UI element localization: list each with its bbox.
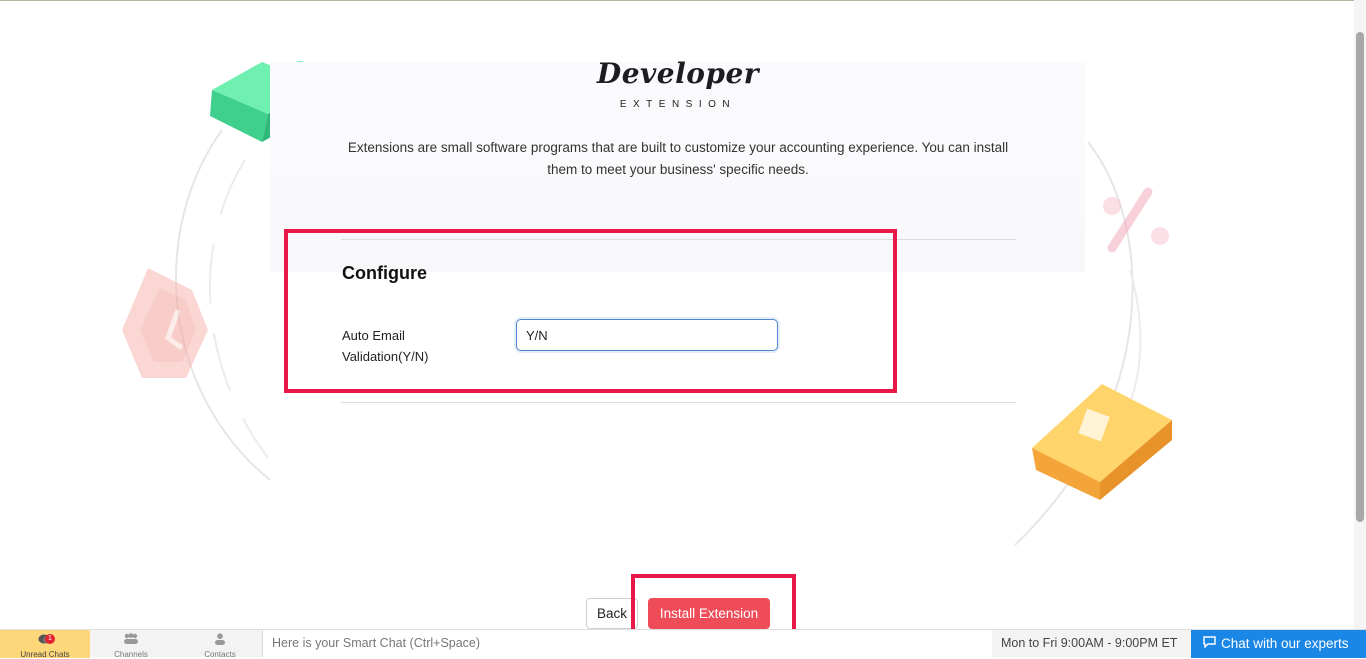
smart-chat-input[interactable]: Here is your Smart Chat (Ctrl+Space) [262,630,992,657]
page-subtitle: EXTENSION [619,99,737,110]
bottom-bar: 1 Unread Chats Channels Contacts Here is… [0,629,1366,659]
decor-arc-left-inner [209,159,269,459]
decor-arc-right-inner [1109,269,1142,441]
chat-with-experts-button[interactable]: Chat with our experts [1191,630,1366,658]
hexagon-tool-icon [122,268,208,378]
decor-arc-left [175,129,271,481]
divider-bottom [341,402,1016,403]
tab-contacts[interactable]: Contacts [175,630,265,659]
users-group-icon [86,633,176,648]
configure-highlight-box [284,229,897,393]
orange-box-icon [1032,384,1172,500]
page-title: Developer [596,57,760,90]
tab-label: Channels [114,650,148,659]
top-border [0,0,1366,1]
tab-label: Unread Chats [20,650,70,659]
page-description: Extensions are small software programs t… [347,140,1009,177]
page-scrollbar[interactable] [1354,0,1366,629]
percent-icon [1103,187,1169,253]
unread-badge: 1 [45,634,55,644]
support-hours: Mon to Fri 9:00AM - 9:00PM ET [1001,636,1178,650]
chat-button-label: Chat with our experts [1221,636,1349,651]
person-icon [175,633,265,648]
chat-icon [1203,630,1217,658]
tab-channels[interactable]: Channels [86,630,176,659]
scrollbar-thumb[interactable] [1356,32,1364,522]
tab-label: Contacts [204,650,236,659]
tab-unread-chats[interactable]: 1 Unread Chats [0,630,90,659]
